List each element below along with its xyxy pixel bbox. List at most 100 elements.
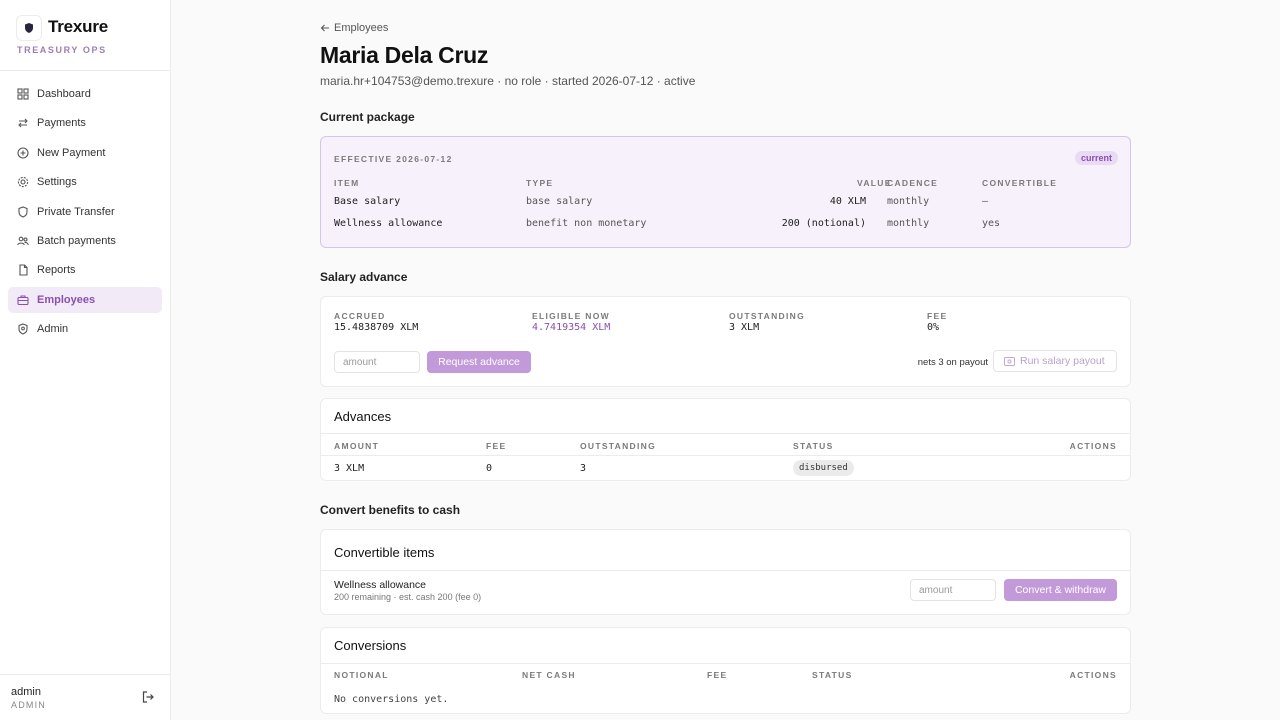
sidebar-item-private-transfer[interactable]: Private Transfer: [8, 199, 162, 225]
gear-icon: [17, 176, 29, 188]
sidebar-item-label: Payments: [37, 117, 86, 130]
convert-withdraw-button[interactable]: Convert & withdraw: [1004, 579, 1117, 601]
advance-amount-input[interactable]: amount: [334, 351, 420, 373]
users-icon: [17, 235, 29, 247]
sidebar-item-label: Admin: [37, 323, 69, 336]
column-header-outstanding: OUTSTANDING: [580, 441, 656, 451]
column-header-fee: FEE: [707, 670, 728, 680]
column-header-status: STATUS: [812, 670, 853, 680]
advance-outstanding: 3: [580, 463, 587, 474]
card-title-conversions: Conversions: [334, 638, 407, 653]
accrued-label: ACCRUED: [334, 311, 386, 321]
divider: [321, 455, 1130, 456]
user-role: ADMIN: [11, 700, 46, 710]
employee-meta: maria.hr+104753@demo.trexure · no role ·…: [320, 74, 696, 88]
eligible-value: 4.7419354 XLM: [532, 322, 611, 333]
sidebar-item-label: Dashboard: [37, 88, 91, 100]
brand-name: Trexure: [48, 17, 109, 36]
column-header-fee: FEE: [486, 441, 507, 451]
section-heading-package: Current package: [320, 110, 415, 124]
sidebar-item-dashboard[interactable]: Dashboard: [8, 81, 162, 107]
advance-card: ACCRUED 15.4838709 XLM ELIGIBLE NOW 4.74…: [320, 296, 1131, 387]
shield-icon: [17, 205, 29, 218]
divider: [321, 570, 1130, 571]
sidebar-item-employees[interactable]: Employees: [8, 286, 162, 313]
fee-value: 0%: [927, 322, 940, 333]
sidebar-item-batch-payments[interactable]: Batch payments: [8, 228, 162, 254]
advance-amount: 3 XLM: [334, 463, 365, 474]
arrows-icon: [17, 117, 29, 129]
page-title: Maria Dela Cruz: [320, 42, 489, 68]
column-header-cadence: CADENCE: [887, 178, 939, 188]
sidebar-item-label: Reports: [37, 264, 76, 277]
column-header-actions: ACTIONS: [1069, 441, 1117, 451]
status-badge: current: [1074, 151, 1118, 165]
sidebar-item-new-payment[interactable]: New Payment: [8, 140, 162, 166]
back-link-label: Employees: [334, 22, 389, 34]
column-header-convertible: CONVERTIBLE: [982, 178, 1058, 188]
package-convertible: yes: [982, 218, 1001, 229]
section-heading-convert: Convert benefits to cash: [320, 503, 461, 517]
back-link[interactable]: Employees: [320, 22, 388, 34]
brand: Trexure TREASURY OPS: [0, 0, 170, 71]
card-title-advances: Advances: [334, 409, 392, 424]
sidebar-item-label: Batch payments: [37, 234, 116, 247]
arrow-left-icon: [320, 24, 329, 32]
admin-icon: [17, 323, 29, 335]
divider: [321, 433, 1130, 434]
column-header-actions: ACTIONS: [1069, 670, 1117, 680]
package-cadence: monthly: [887, 196, 930, 207]
plus-circle-icon: [17, 147, 29, 159]
sidebar-item-payments[interactable]: Payments: [8, 110, 162, 136]
cash-icon: [1004, 356, 1015, 366]
outstanding-value: 3 XLM: [729, 322, 760, 333]
sidebar-item-label: Employees: [37, 293, 96, 306]
fee-label: FEE: [927, 311, 948, 321]
grid-icon: [17, 88, 29, 100]
package-value: 200 (notional): [781, 218, 866, 229]
column-header-notional: NOTIONAL: [334, 670, 389, 680]
request-advance-button[interactable]: Request advance: [427, 351, 531, 373]
eligible-label: ELIGIBLE NOW: [532, 311, 610, 321]
package-type: base salary: [526, 196, 593, 207]
conversions-card: Conversions NOTIONAL NET CASH FEE STATUS…: [320, 627, 1131, 714]
user-panel: admin ADMIN: [0, 674, 171, 720]
run-salary-payout-label: Run salary payout: [1020, 355, 1105, 367]
sidebar-item-reports[interactable]: Reports: [8, 257, 162, 283]
section-heading-advance: Salary advance: [320, 270, 408, 284]
card-title-convertible: Convertible items: [334, 545, 435, 560]
column-header-net-cash: NET CASH: [522, 670, 576, 680]
logout-icon[interactable]: [141, 690, 155, 704]
status-badge: disbursed: [793, 460, 854, 476]
run-salary-payout-button[interactable]: Run salary payout: [993, 350, 1117, 372]
package-card: EFFECTIVE 2026-07-12 current ITEM TYPE V…: [320, 136, 1131, 248]
package-convertible: —: [982, 196, 989, 207]
nets-text: nets 3 on payout: [917, 357, 988, 368]
document-icon: [17, 264, 29, 276]
advance-fee: 0: [486, 463, 493, 474]
outstanding-label: OUTSTANDING: [729, 311, 805, 321]
sidebar-item-admin[interactable]: Admin: [8, 316, 162, 342]
sidebar-item-label: Private Transfer: [37, 205, 115, 218]
advances-card: Advances AMOUNT FEE OUTSTANDING STATUS A…: [320, 398, 1131, 481]
column-header-item: ITEM: [334, 178, 360, 188]
package-cadence: monthly: [887, 218, 930, 229]
column-header-status: STATUS: [793, 441, 834, 451]
sidebar-item-label: Settings: [37, 176, 77, 189]
accrued-value: 15.4838709 XLM: [334, 322, 419, 333]
brand-subtitle: TREASURY OPS: [17, 45, 107, 55]
user-name: admin: [11, 686, 41, 698]
convertible-item-name: Wellness allowance: [334, 579, 427, 591]
divider: [321, 663, 1130, 664]
convertible-item-detail: 200 remaining · est. cash 200 (fee 0): [334, 592, 482, 602]
sidebar-item-label: New Payment: [37, 146, 106, 159]
brand-logo: [16, 15, 42, 41]
package-item: Wellness allowance: [334, 218, 443, 229]
sidebar-item-settings[interactable]: Settings: [8, 169, 162, 195]
convert-amount-input[interactable]: amount: [910, 579, 996, 601]
conversions-empty: No conversions yet.: [334, 694, 449, 705]
sidebar-nav: Dashboard Payments New Payment Settings …: [8, 81, 162, 346]
sidebar: Trexure TREASURY OPS Dashboard Payments …: [0, 0, 171, 720]
package-value: 40 XLM: [829, 196, 866, 207]
package-item: Base salary: [334, 196, 401, 207]
